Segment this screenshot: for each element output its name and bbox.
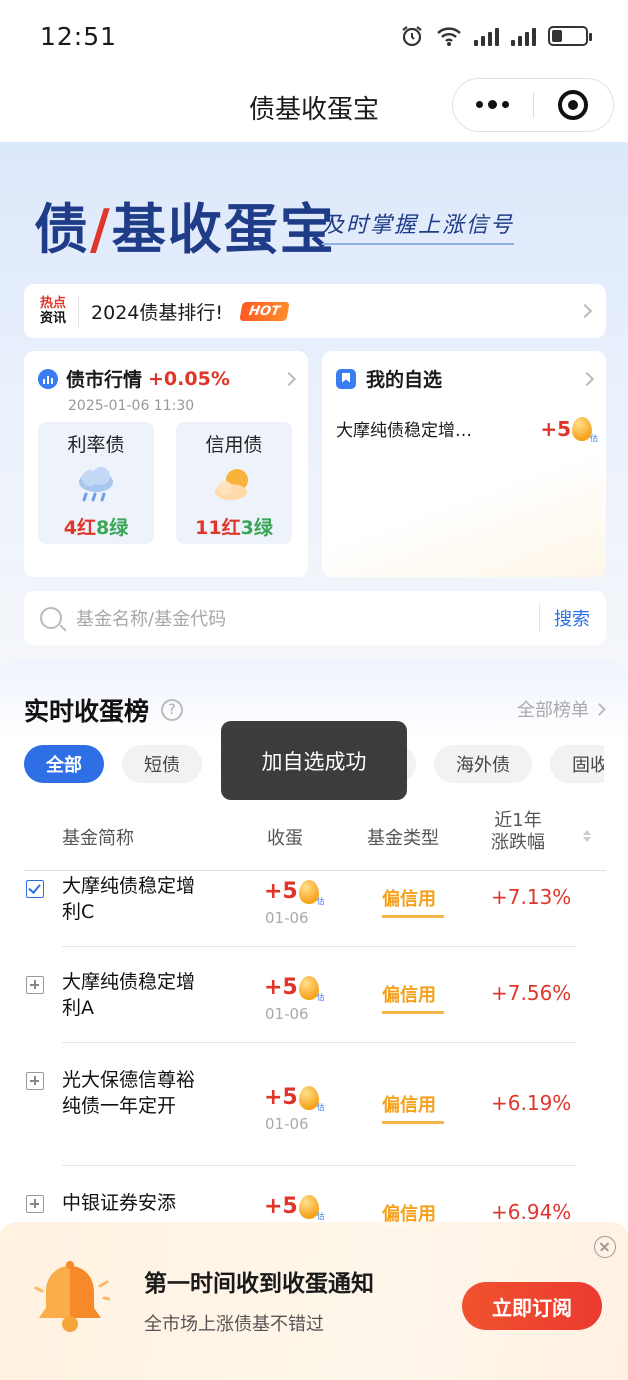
subscribe-button[interactable]: 立即订阅 [462, 1282, 602, 1330]
toast-message: 加自选成功 [221, 721, 407, 800]
all-rankings-link[interactable]: 全部榜单 [517, 696, 606, 722]
tile-name: 利率债 [67, 434, 125, 456]
bond-market-card[interactable]: 债市行情 +0.05% 2025-01-06 11:30 利率债 4红8绿 信用… [24, 351, 308, 577]
watchlist-card[interactable]: 我的自选 大摩纯债稳定增… +5 [322, 351, 606, 577]
signal-icon-2 [511, 26, 536, 46]
egg-icon [572, 416, 598, 444]
watchlist-item-name: 大摩纯债稳定增… [336, 421, 472, 441]
battery-icon [548, 26, 592, 46]
brand-slogan: 及时掌握上涨信号 [322, 207, 515, 245]
rain-cloud-icon [73, 463, 119, 507]
fund-type: 偏信用 [382, 1091, 444, 1124]
subscribe-banner: 第一时间收到收蛋通知 全市场上涨债基不错过 立即订阅 [0, 1222, 628, 1380]
fund-date: 01-06 [265, 909, 309, 927]
brand-logo: 债/基收蛋宝 [34, 198, 336, 261]
market-date: 2025-01-06 11:30 [68, 398, 195, 414]
tab-short[interactable]: 短债 [122, 745, 202, 783]
wifi-icon [437, 27, 461, 46]
fund-name: 大摩纯债稳定增利C [62, 875, 196, 923]
add-icon[interactable] [26, 1195, 44, 1213]
col-type: 基金类型 [367, 828, 439, 849]
bell-icon [34, 1261, 110, 1332]
egg-icon [298, 1194, 325, 1222]
fund-egg: +5 [264, 975, 325, 1003]
fund-name: 中银证券安添 [62, 1192, 177, 1214]
fund-egg: +5 [264, 1194, 325, 1222]
hot-news-label: 热点 资讯 [40, 296, 67, 326]
col-name: 基金简称 [62, 828, 134, 849]
watchlist-title: 我的自选 [366, 369, 443, 391]
bookmark-icon [336, 368, 356, 389]
fund-egg: +5 [264, 879, 325, 907]
ranking-title: 实时收蛋榜 [24, 697, 150, 726]
app-page: 12:51 债基收蛋宝 债/基收蛋宝 及时掌握上涨信号 热点 资讯 2024债基… [0, 0, 628, 1380]
fund-date: 01-06 [265, 1115, 309, 1133]
miniapp-capsule [452, 78, 614, 132]
watchlist-item[interactable]: 大摩纯债稳定增… +5 [336, 416, 598, 444]
chevron-right-icon [579, 371, 595, 386]
col-change[interactable]: 近1年 涨跌幅 [491, 810, 545, 854]
status-time: 12:51 [40, 21, 118, 51]
alarm-icon [402, 26, 422, 47]
tab-overseas[interactable]: 海外债 [434, 745, 532, 783]
help-icon[interactable]: ? [161, 699, 184, 721]
fund-change: +7.13% [491, 885, 572, 909]
close-icon[interactable] [594, 1236, 616, 1258]
checked-checkbox-icon[interactable] [26, 880, 44, 898]
egg-icon [298, 975, 325, 1003]
hot-news-bar[interactable]: 热点 资讯 2024债基排行! HOT [24, 284, 606, 338]
chevron-right-icon [593, 702, 606, 716]
hot-news-text: 2024债基排行! [91, 301, 223, 324]
chevron-right-icon [281, 371, 297, 386]
fund-date: 01-06 [265, 1005, 309, 1023]
tile-counts: 11红3绿 [195, 517, 273, 539]
market-change: +0.05% [148, 367, 230, 390]
fund-egg: +5 [264, 1085, 325, 1113]
fund-name: 大摩纯债稳定增利A [62, 971, 196, 1019]
signal-icon [474, 26, 499, 46]
add-icon[interactable] [26, 1072, 44, 1090]
add-icon[interactable] [26, 976, 44, 994]
nav-bar: 债基收蛋宝 [0, 72, 628, 142]
chevron-right-icon [577, 303, 593, 319]
tile-name: 信用债 [205, 434, 263, 456]
search-icon [40, 607, 62, 629]
search-button[interactable]: 搜索 [554, 605, 590, 631]
table-header: 基金简称 收蛋 基金类型 近1年 涨跌幅 [0, 806, 628, 868]
sun-cloud-icon [211, 463, 257, 507]
fund-change: +6.94% [491, 1200, 572, 1224]
credit-bond-tile[interactable]: 信用债 11红3绿 [176, 422, 292, 544]
close-miniapp-icon[interactable] [534, 90, 614, 120]
tile-counts: 4红8绿 [63, 517, 129, 539]
watchlist-item-egg: +5 [540, 416, 598, 444]
status-icons [400, 24, 592, 48]
search-bar[interactable]: 基金名称/基金代码 搜索 [24, 591, 606, 645]
more-icon[interactable] [453, 100, 533, 109]
banner-subtitle: 全市场上涨债基不错过 [144, 1314, 324, 1335]
tab-fixed-plus[interactable]: 固收+ [550, 745, 604, 783]
egg-icon [298, 1085, 325, 1113]
fund-type: 偏信用 [382, 885, 444, 918]
status-bar: 12:51 [0, 0, 628, 72]
fund-name: 光大保德信尊裕纯债一年定开 [62, 1069, 196, 1117]
col-egg: 收蛋 [267, 828, 303, 849]
rate-bond-tile[interactable]: 利率债 4红8绿 [38, 422, 154, 544]
page-title: 债基收蛋宝 [248, 94, 379, 125]
fund-change: +6.19% [491, 1091, 572, 1115]
fund-type: 偏信用 [382, 981, 444, 1014]
hot-badge: HOT [239, 301, 290, 321]
egg-icon [298, 879, 325, 907]
search-input[interactable]: 基金名称/基金代码 [76, 605, 539, 631]
fund-change: +7.56% [491, 981, 572, 1005]
banner-title: 第一时间收到收蛋通知 [144, 1271, 374, 1297]
chart-icon [38, 368, 58, 389]
market-title: 债市行情 [66, 369, 143, 391]
tab-all[interactable]: 全部 [24, 745, 104, 783]
